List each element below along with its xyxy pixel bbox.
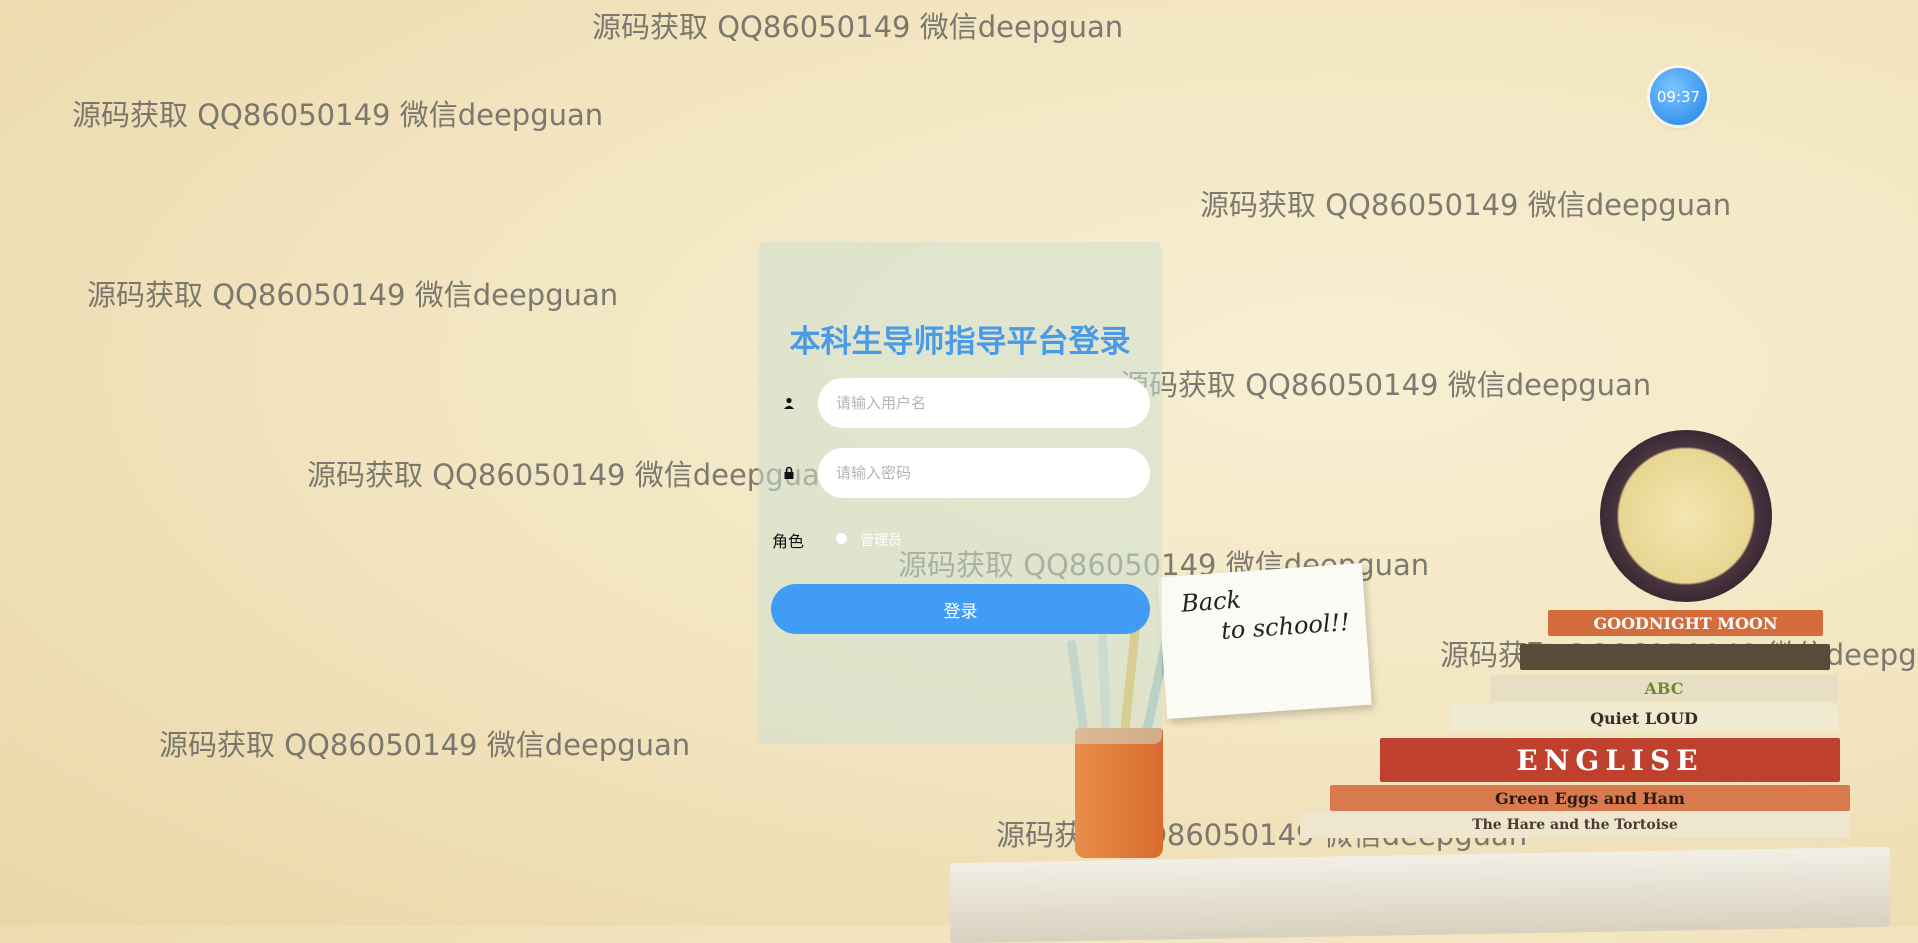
alarm-clock-illustration: [1600, 430, 1772, 602]
watermark-text: 源码获取 QQ86050149 微信deepguan: [87, 278, 619, 312]
login-title: 本科生导师指导平台登录: [789, 324, 1131, 360]
book-illustration: GOODNIGHT MOON: [1548, 610, 1823, 636]
role-label: 角色: [772, 532, 805, 551]
password-input[interactable]: [818, 448, 1150, 498]
book-illustration: Green Eggs and Ham: [1330, 785, 1850, 811]
watermark-text: 源码获取 QQ86050149 微信deepguan: [1120, 368, 1652, 402]
clock-badge: 09:37: [1650, 68, 1707, 125]
book-illustration: The Hare and the Tortoise: [1300, 812, 1850, 838]
book-illustration: ABC: [1490, 675, 1838, 701]
watermark-text: 源码获取 QQ86050149 微信deepguan: [72, 98, 604, 132]
book-illustration: [1520, 644, 1830, 670]
table-illustration: [950, 846, 1890, 943]
username-row: [772, 378, 1150, 428]
watermark-text: 源码获取 QQ86050149 微信deepguan: [592, 10, 1124, 44]
password-row: [772, 448, 1150, 498]
lock-icon: [782, 465, 796, 479]
role-admin-radio[interactable]: [835, 532, 848, 545]
watermark-text: 源码获取 QQ86050149 微信deepguan: [159, 728, 691, 762]
clock-time: 09:37: [1656, 87, 1701, 106]
role-admin-label[interactable]: 管理员: [860, 530, 902, 550]
book-illustration: Quiet LOUD: [1450, 705, 1838, 731]
book-illustration: ENGLISE: [1380, 738, 1840, 782]
watermark-text: 源码获取 QQ86050149 微信deepguan: [1200, 188, 1732, 222]
login-panel: 本科生导师指导平台登录 角色 管理员 登录: [758, 242, 1162, 744]
login-button[interactable]: 登录: [771, 584, 1150, 634]
note-line1: Back: [1180, 585, 1242, 618]
username-input[interactable]: [818, 378, 1150, 428]
user-icon: [782, 395, 796, 409]
pencil-cup-illustration: [1075, 728, 1163, 858]
note-illustration: Back to school!!: [1157, 563, 1372, 719]
